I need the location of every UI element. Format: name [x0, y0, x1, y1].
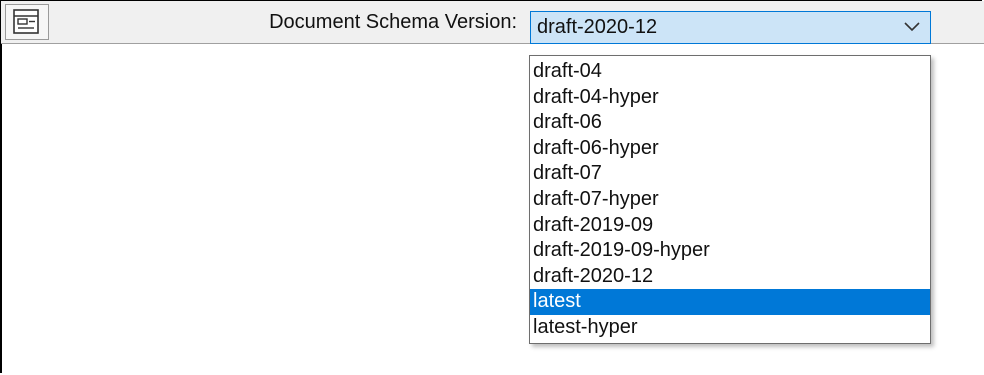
schema-version-option[interactable]: draft-07: [530, 161, 930, 187]
schema-version-option[interactable]: draft-2019-09-hyper: [530, 238, 930, 264]
chevron-down-icon[interactable]: [904, 22, 920, 32]
schema-version-option[interactable]: draft-06-hyper: [530, 136, 930, 162]
schema-version-dropdown-list[interactable]: draft-04 draft-04-hyper draft-06 draft-06-h…: [529, 55, 931, 344]
schema-version-option[interactable]: draft-04-hyper: [530, 85, 930, 111]
schema-version-select[interactable]: draft-2020-12: [530, 11, 931, 44]
schema-form-button[interactable]: [5, 4, 49, 40]
toolbar: Document Schema Version: draft-2020-12: [1, 1, 984, 44]
schema-version-option[interactable]: latest: [530, 289, 930, 315]
schema-version-option[interactable]: latest-hyper: [530, 315, 930, 341]
schema-version-option[interactable]: draft-06: [530, 110, 930, 136]
schema-version-option[interactable]: draft-2019-09: [530, 213, 930, 239]
form-icon: [13, 9, 39, 34]
schema-version-label: Document Schema Version:: [269, 11, 517, 33]
schema-version-option[interactable]: draft-2020-12: [530, 264, 930, 290]
schema-version-value: draft-2020-12: [537, 16, 658, 38]
schema-version-option[interactable]: draft-04: [530, 59, 930, 85]
schema-version-option[interactable]: draft-07-hyper: [530, 187, 930, 213]
